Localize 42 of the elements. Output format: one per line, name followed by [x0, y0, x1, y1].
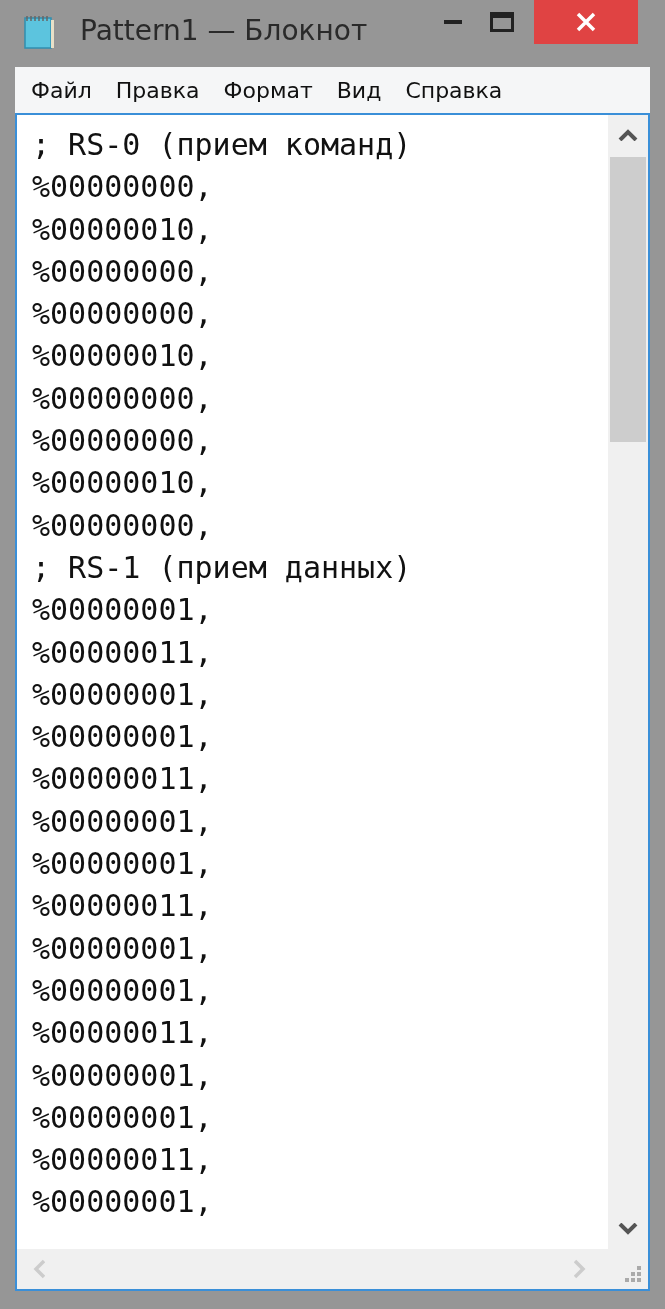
menu-item[interactable]: Файл [19, 77, 104, 103]
text-line: %00000010, [32, 210, 214, 249]
scroll-down-icon[interactable] [618, 1223, 638, 1235]
text-line: %00000000, [32, 295, 214, 334]
text-line: %00000011, [32, 1141, 214, 1180]
text-line: ; RS-1 (прием данных) [32, 548, 413, 587]
notepad-icon [22, 14, 56, 50]
text-line: %00000001, [32, 845, 214, 884]
text-line: %00000001, [32, 675, 214, 714]
close-button[interactable] [534, 0, 638, 44]
menu-item[interactable]: Формат [211, 77, 325, 103]
text-line: %00000001, [32, 1098, 214, 1137]
text-line: %00000011, [32, 633, 214, 672]
minimize-icon [444, 19, 464, 25]
text-line: %00000000, [32, 252, 214, 291]
text-line: %00000001, [32, 1183, 214, 1222]
text-line: %00000001, [32, 718, 214, 757]
text-line: %00000010, [32, 464, 214, 503]
maximize-icon [490, 12, 514, 32]
text-line: %00000000, [32, 168, 214, 207]
scroll-up-icon[interactable] [618, 129, 638, 141]
text-line: %00000010, [32, 337, 214, 376]
text-line: %00000001, [32, 802, 214, 841]
scrollbar-thumb[interactable] [610, 157, 646, 442]
window-title: Pattern1 — Блокнот [80, 14, 368, 47]
text-line: %00000000, [32, 379, 214, 418]
text-line: %00000011, [32, 760, 214, 799]
text-line: %00000001, [32, 1056, 214, 1095]
text-line: %00000011, [32, 1014, 214, 1053]
resize-grip-icon[interactable] [624, 1265, 642, 1283]
text-line: %00000001, [32, 591, 214, 630]
menu-item[interactable]: Справка [393, 77, 515, 103]
text-line: ; RS-0 (прием команд) [32, 126, 413, 164]
menu-item[interactable]: Вид [324, 77, 394, 103]
text-line: %00000001, [32, 971, 214, 1010]
vertical-scrollbar[interactable] [608, 115, 648, 1249]
close-icon [575, 11, 597, 33]
text-line: %00000000, [32, 422, 214, 461]
text-line: %00000001, [32, 929, 214, 968]
text-line: %00000011, [32, 887, 214, 926]
menu-item[interactable]: Правка [103, 77, 212, 103]
text-line: %00000000, [32, 506, 214, 545]
